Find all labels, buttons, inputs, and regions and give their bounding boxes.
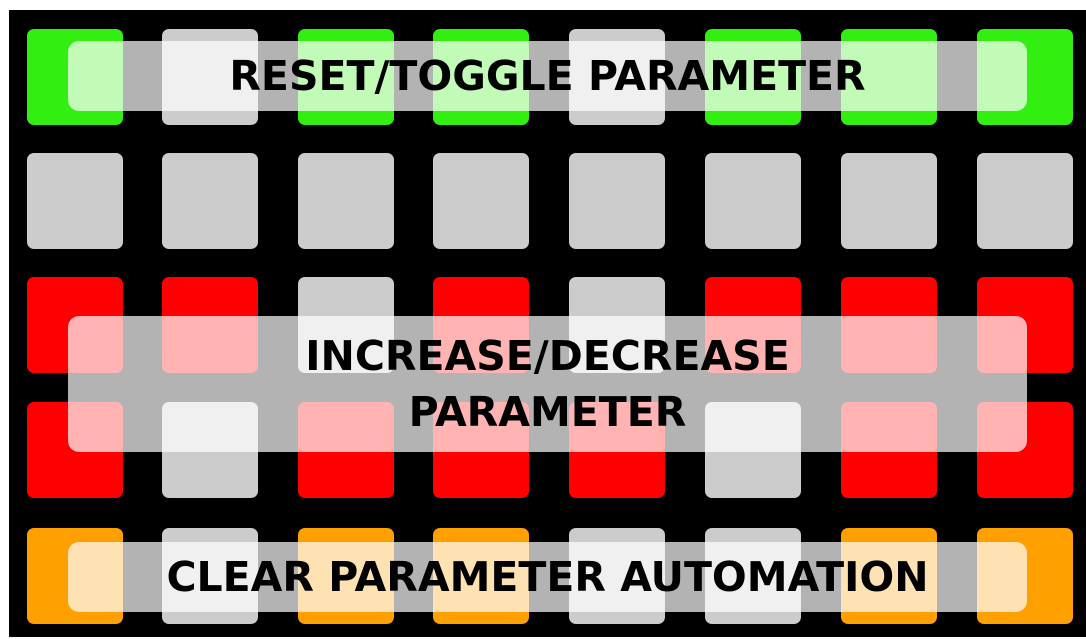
pad-gray[interactable] <box>569 153 665 249</box>
pad-gray[interactable] <box>433 153 529 249</box>
increase-decrease-parameter-label: INCREASE/DECREASE PARAMETER <box>68 316 1027 452</box>
pad-gray[interactable] <box>841 153 937 249</box>
reset-toggle-parameter-label: RESET/TOGGLE PARAMETER <box>68 41 1027 111</box>
pad-gray[interactable] <box>162 153 258 249</box>
pad-gray[interactable] <box>298 153 394 249</box>
pad-gray[interactable] <box>977 153 1073 249</box>
pad-gray[interactable] <box>27 153 123 249</box>
clear-parameter-automation-label: CLEAR PARAMETER AUTOMATION <box>68 542 1027 612</box>
pad-gray[interactable] <box>705 153 801 249</box>
pad-grid-diagram: RESET/TOGGLE PARAMETER INCREASE/DECREASE… <box>0 0 1086 639</box>
